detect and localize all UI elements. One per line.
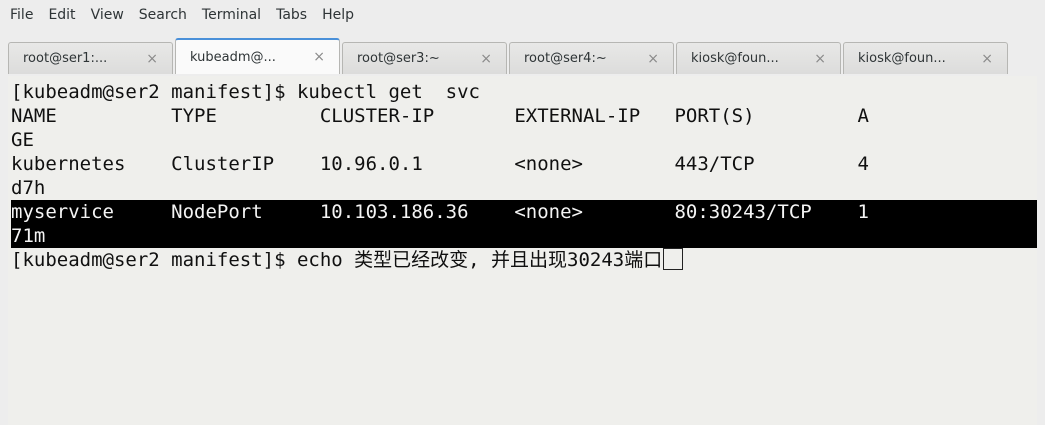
- menu-edit[interactable]: Edit: [48, 7, 75, 23]
- close-icon[interactable]: ×: [146, 51, 158, 67]
- tab-root-ser4[interactable]: root@ser4:~ ×: [509, 42, 674, 74]
- menu-file[interactable]: File: [10, 7, 33, 23]
- tab-root-ser3[interactable]: root@ser3:~ ×: [342, 42, 507, 74]
- tab-kiosk-2[interactable]: kiosk@foun... ×: [843, 42, 1008, 74]
- table-header: NAME TYPE CLUSTER-IP EXTERNAL-IP PORT(S)…: [11, 105, 869, 127]
- tab-bar: root@ser1:... × kubeadm@... × root@ser3:…: [8, 36, 1037, 74]
- menu-search[interactable]: Search: [139, 7, 187, 23]
- text-cursor: [663, 248, 684, 270]
- command-line: [kubeadm@ser2 manifest]$ echo 类型已经改变, 并且…: [11, 248, 1037, 272]
- table-row-selected: myservice NodePort 10.103.186.36 <none> …: [11, 200, 1037, 224]
- close-icon[interactable]: ×: [814, 51, 826, 67]
- tab-kubeadm[interactable]: kubeadm@... ×: [175, 38, 340, 74]
- tab-label: root@ser4:~: [524, 51, 607, 66]
- tab-label: root@ser3:~: [357, 51, 440, 66]
- terminal-output[interactable]: [kubeadm@ser2 manifest]$ kubectl get svc…: [8, 76, 1037, 425]
- menu-help[interactable]: Help: [322, 7, 354, 23]
- menu-tabs[interactable]: Tabs: [276, 7, 307, 23]
- prompt-line: [kubeadm@ser2 manifest]$ kubectl get svc: [11, 81, 480, 103]
- table-row: kubernetes ClusterIP 10.96.0.1 <none> 44…: [11, 153, 869, 175]
- tab-label: kiosk@foun...: [858, 51, 946, 66]
- close-icon[interactable]: ×: [647, 51, 659, 67]
- command-text: [kubeadm@ser2 manifest]$ echo 类型已经改变, 并且…: [11, 249, 663, 271]
- tab-root-ser1[interactable]: root@ser1:... ×: [8, 42, 173, 74]
- menu-view[interactable]: View: [91, 7, 124, 23]
- menu-bar: File Edit View Search Terminal Tabs Help: [0, 0, 1045, 30]
- close-icon[interactable]: ×: [480, 51, 492, 67]
- close-icon[interactable]: ×: [981, 51, 993, 67]
- table-row-selected-wrap: 71m: [11, 224, 1037, 248]
- tab-kiosk-1[interactable]: kiosk@foun... ×: [676, 42, 841, 74]
- menu-terminal[interactable]: Terminal: [202, 7, 261, 23]
- table-header-wrap: GE: [11, 129, 34, 151]
- tab-label: root@ser1:...: [23, 51, 108, 66]
- tab-label: kubeadm@...: [190, 49, 276, 65]
- close-icon[interactable]: ×: [313, 49, 325, 65]
- terminal-window: File Edit View Search Terminal Tabs Help…: [0, 0, 1045, 425]
- table-row-wrap: d7h: [11, 177, 46, 199]
- tab-label: kiosk@foun...: [691, 51, 779, 66]
